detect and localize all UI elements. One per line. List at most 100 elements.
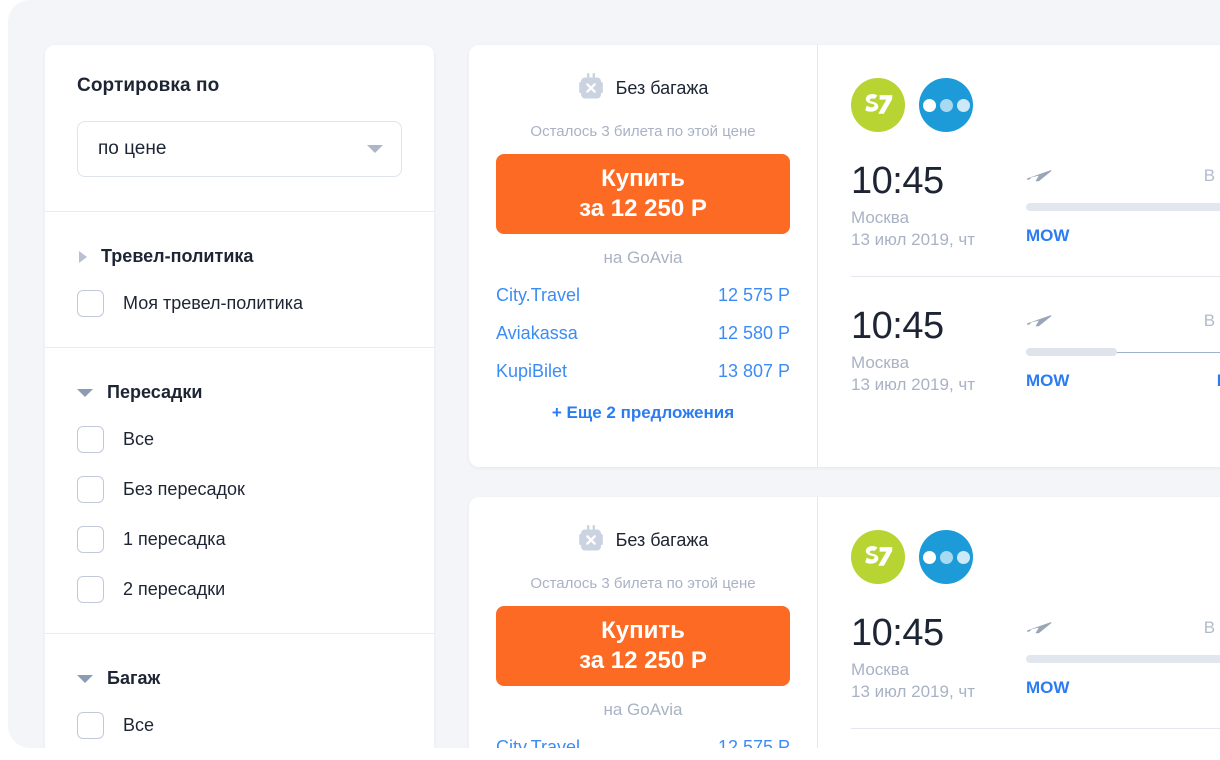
route-bar-fill xyxy=(1026,655,1220,663)
route-bar-line xyxy=(1117,351,1220,353)
checkbox-row-transfers-one[interactable]: 1 пересадка xyxy=(77,526,402,553)
ticket-flight-pane: 10:45 Москва 13 июл 2019, чт В п xyxy=(818,45,1220,467)
checkbox-label: 2 пересадки xyxy=(123,579,226,599)
buy-button-line2: за 12 250 Р xyxy=(579,647,707,674)
offer-agency: City.Travel xyxy=(496,737,581,748)
checkbox-row-transfers-two[interactable]: 2 пересадки xyxy=(77,576,402,603)
ticket-card: Без багажа Осталось 3 билета по этой цен… xyxy=(469,45,1220,467)
offer-row[interactable]: KupiBilet 13 807 Р xyxy=(496,361,790,382)
baggage-label: Без багажа xyxy=(615,77,709,98)
route-bar-fill xyxy=(1026,348,1118,356)
departure-time: 10:45 xyxy=(851,160,944,202)
suitcase-no-baggage-icon xyxy=(578,73,603,99)
seats-left-text: Осталось 3 билета по этой цене xyxy=(530,123,756,140)
flight-leg: 10:45 Москва 13 июл 2019, чт В п xyxy=(851,277,1220,395)
logo-dot xyxy=(922,98,936,112)
sort-block: Сортировка по по цене xyxy=(45,45,434,211)
leg-divider xyxy=(851,728,1220,729)
seats-left-text: Осталось 3 билета по этой цене xyxy=(530,575,756,592)
buy-button-line2: за 12 250 Р xyxy=(579,195,707,222)
suitcase-no-baggage-icon xyxy=(578,525,603,551)
filter-group-header-travel-policy[interactable]: Тревел-политика xyxy=(77,246,402,267)
buy-button-line1: Купить xyxy=(601,165,685,192)
departure-time: 10:45 xyxy=(851,612,944,654)
origin-airport-code[interactable]: MOW xyxy=(1026,678,1069,698)
ticket-flight-pane: 10:45 Москва 13 июл 2019, чт В п xyxy=(818,497,1220,748)
checkbox-label: Моя тревел-политика xyxy=(123,293,303,313)
offer-agency: City.Travel xyxy=(496,285,581,305)
filter-group-header-baggage[interactable]: Багаж xyxy=(77,668,402,689)
departure-city: Москва xyxy=(851,353,910,372)
triangle-right-icon xyxy=(79,250,87,263)
baggage-row: Без багажа xyxy=(496,525,790,555)
checkbox-label: 1 пересадка xyxy=(123,529,226,549)
checkbox-icon[interactable] xyxy=(77,476,104,503)
checkbox-row-transfers-all[interactable]: Все xyxy=(77,426,402,453)
offer-row[interactable]: City.Travel 12 575 Р xyxy=(496,285,790,306)
logo-dot xyxy=(956,550,970,564)
filters-sidebar: Сортировка по по цене Тревел-политика Мо… xyxy=(45,45,434,748)
route-bar xyxy=(1026,655,1220,663)
baggage-row: Без багажа xyxy=(496,73,790,103)
buy-button[interactable]: Купить за 12 250 Р xyxy=(496,154,790,234)
airplane-icon xyxy=(1027,315,1052,327)
checkbox-icon[interactable] xyxy=(77,712,104,739)
checkbox-icon[interactable] xyxy=(77,426,104,453)
filter-group-label: Пересадки xyxy=(107,382,203,402)
airline-logos xyxy=(851,78,1220,132)
logo-dot xyxy=(956,98,970,112)
filter-group-label: Тревел-политика xyxy=(101,246,254,266)
checkbox-icon[interactable] xyxy=(77,526,104,553)
offer-price: 12 575 Р xyxy=(717,285,790,305)
departure-date: 13 июл 2019, чт xyxy=(851,682,976,701)
leg-duration: В п xyxy=(1203,618,1220,637)
flight-leg: 10:45 Москва 13 июл 2019, чт В п xyxy=(851,584,1220,729)
checkbox-label: Все xyxy=(123,429,155,449)
ticket-buy-pane: Без багажа Осталось 3 билета по этой цен… xyxy=(469,45,818,467)
sort-select[interactable]: по цене xyxy=(77,121,402,177)
offer-row[interactable]: City.Travel 12 575 Р xyxy=(496,737,790,748)
s7-airlines-logo-icon xyxy=(851,530,905,584)
flight-leg-departure: 10:45 Москва 13 июл 2019, чт xyxy=(851,612,1026,702)
checkbox-row-baggage-all[interactable]: Все xyxy=(77,712,402,739)
origin-airport-code[interactable]: MOW xyxy=(1026,226,1069,246)
ticket-buy-pane: Без багажа Осталось 3 билета по этой цен… xyxy=(469,497,818,748)
checkbox-icon[interactable] xyxy=(77,290,104,317)
departure-time: 10:45 xyxy=(851,305,944,347)
checkbox-row-my-travel-policy[interactable]: Моя тревел-политика xyxy=(77,290,402,317)
leg-duration: В п xyxy=(1203,166,1220,185)
leg-duration: В п xyxy=(1203,311,1220,330)
baggage-label: Без багажа xyxy=(615,529,709,550)
offer-row[interactable]: Aviakassa 12 580 Р xyxy=(496,323,790,344)
flight-leg-route: В п MOW В xyxy=(1026,305,1220,391)
dots-airline-logo-icon xyxy=(919,78,973,132)
flight-leg-departure: 10:45 Москва 13 июл 2019, чт xyxy=(851,160,1026,250)
departure-city: Москва xyxy=(851,660,910,679)
more-offers-link[interactable]: + Еще 2 предложения xyxy=(496,403,790,423)
dots-airline-logo-icon xyxy=(919,530,973,584)
checkbox-label: Все xyxy=(123,715,155,735)
triangle-down-icon xyxy=(77,388,93,397)
logo-dot xyxy=(922,550,936,564)
offer-agency: Aviakassa xyxy=(496,323,578,343)
checkbox-row-transfers-none[interactable]: Без пересадок xyxy=(77,476,402,503)
flight-leg-departure: 10:45 Москва 13 июл 2019, чт xyxy=(851,305,1026,395)
filter-group-label: Багаж xyxy=(107,668,161,688)
filter-group-header-transfers[interactable]: Пересадки xyxy=(77,382,402,403)
origin-airport-code[interactable]: MOW xyxy=(1026,371,1069,391)
ticket-card: Без багажа Осталось 3 билета по этой цен… xyxy=(469,497,1220,748)
departure-date: 13 июл 2019, чт xyxy=(851,230,976,249)
offer-agency: KupiBilet xyxy=(496,361,568,381)
offer-price: 13 807 Р xyxy=(717,361,790,381)
checkbox-icon[interactable] xyxy=(77,576,104,603)
filter-group-travel-policy: Тревел-политика Моя тревел-политика xyxy=(45,212,434,347)
provider-label: на GoAvia xyxy=(603,700,683,719)
provider-label: на GoAvia xyxy=(603,248,683,267)
buy-button[interactable]: Купить за 12 250 Р xyxy=(496,606,790,686)
airplane-icon xyxy=(1027,622,1052,634)
filter-group-transfers: Пересадки Все Без пересадок 1 пересадка … xyxy=(45,348,434,633)
logo-dot xyxy=(939,550,953,564)
checkbox-label: Без пересадок xyxy=(123,479,245,499)
triangle-down-icon xyxy=(77,674,93,683)
flight-leg-route: В п MOW xyxy=(1026,160,1220,246)
